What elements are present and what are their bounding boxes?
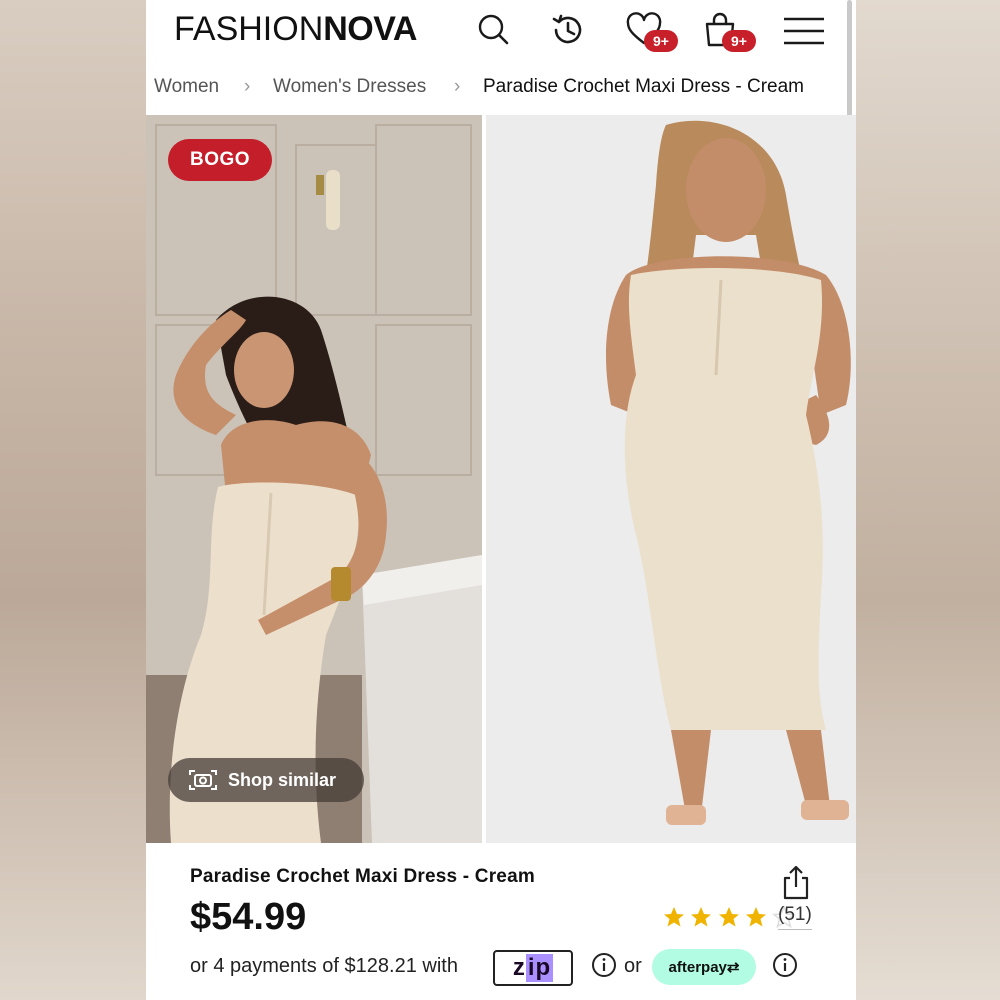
logo-text-fashion: FASHION	[174, 10, 324, 48]
review-count-link[interactable]: (51)	[778, 904, 812, 930]
breadcrumb-current-product: Paradise Crochet Maxi Dress - Cream	[483, 76, 804, 97]
background-left	[0, 0, 146, 1000]
product-price: $54.99	[190, 896, 307, 938]
shop-similar-button[interactable]: Shop similar	[168, 758, 364, 802]
installments-text: or 4 payments of $128.21 with	[190, 955, 458, 977]
breadcrumb-womens-dresses[interactable]: Women's Dresses	[273, 76, 426, 98]
model-photo-illustration	[486, 115, 856, 843]
star-filled-icon	[746, 907, 767, 927]
bogo-badge: BOGO	[168, 139, 272, 181]
share-icon[interactable]	[780, 864, 812, 900]
shop-similar-label: Shop similar	[228, 769, 337, 790]
search-icon[interactable]	[474, 10, 514, 50]
wishlist-count-badge: 9+	[644, 30, 678, 52]
star-filled-icon	[691, 907, 712, 927]
zip-pay-logo[interactable]: z ip	[493, 950, 573, 986]
afterpay-info-icon[interactable]	[772, 952, 798, 978]
logo-text-nova: NOVA	[323, 10, 417, 48]
breadcrumb: Women › Women's Dresses › Paradise Croch…	[146, 72, 846, 104]
product-title: Paradise Crochet Maxi Dress - Cream	[190, 866, 535, 887]
chevron-right-icon: ›	[454, 76, 461, 97]
zip-logo-text-b: ip	[525, 954, 554, 982]
star-filled-icon	[718, 907, 739, 927]
product-image-model-2[interactable]	[486, 115, 856, 843]
star-filled-icon	[664, 907, 684, 927]
hamburger-menu-icon[interactable]	[782, 10, 826, 50]
product-image-model-1[interactable]: BOGO Shop similar	[146, 115, 482, 843]
camera-scan-icon	[189, 770, 217, 790]
zip-logo-text-a: z	[512, 954, 526, 981]
history-icon[interactable]	[548, 10, 588, 50]
breadcrumb-women[interactable]: Women	[154, 76, 219, 98]
site-header: FASHIONNOVA 9+ 9+	[146, 0, 856, 60]
model-photo-illustration	[146, 115, 482, 843]
fashion-nova-logo[interactable]: FASHIONNOVA	[174, 10, 417, 50]
or-text: or	[624, 955, 642, 977]
rating-stars[interactable]	[662, 905, 796, 931]
afterpay-logo[interactable]: afterpay⇄	[652, 949, 756, 985]
zip-info-icon[interactable]	[591, 952, 617, 978]
cart-count-badge: 9+	[722, 30, 756, 52]
background-right	[856, 0, 1000, 1000]
phone-screen: FASHIONNOVA 9+ 9+ Women › Women's Dresse…	[146, 0, 856, 1000]
chevron-right-icon: ›	[244, 76, 251, 97]
